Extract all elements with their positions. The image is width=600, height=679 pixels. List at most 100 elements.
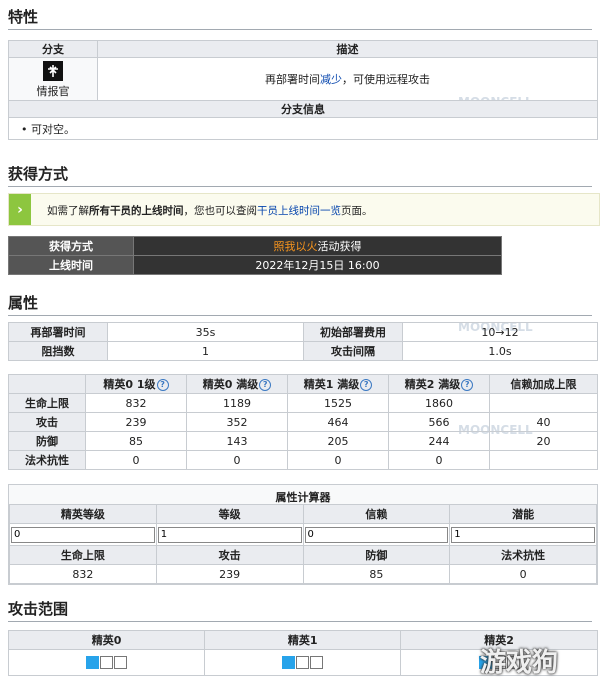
trust-cell: 40 bbox=[489, 412, 598, 432]
section-heading-range: 攻击范围 bbox=[8, 600, 69, 618]
section-rule bbox=[8, 186, 592, 187]
range-tile bbox=[114, 656, 128, 670]
potential-label: 潜能 bbox=[449, 504, 597, 524]
acquire-table: 获得方式 照我以火活动获得 上线时间 2022年12月15日 16:00 bbox=[8, 236, 502, 275]
online-label: 上线时间 bbox=[8, 255, 134, 275]
interval-label: 攻击间隔 bbox=[303, 341, 403, 361]
attrs-table: 再部署时间 35s 初始部署费用 10→12 阻挡数 1 攻击间隔 1.0s bbox=[8, 322, 598, 361]
help-icon[interactable]: ? bbox=[156, 379, 169, 391]
def-label: 防御 bbox=[302, 545, 451, 565]
stats-header-e0-1: 精英0 1级? bbox=[85, 374, 187, 394]
trust-label: 信赖 bbox=[302, 504, 451, 524]
section-heading-attrs: 属性 bbox=[8, 294, 39, 312]
section-rule bbox=[8, 29, 592, 30]
stat-cell: 464 bbox=[287, 412, 389, 432]
calculator-table: 精英等级 等级 信赖 潜能 生命上限 攻击 防御 法术抗性 832 239 85… bbox=[9, 504, 597, 584]
traits-table: 分支 描述 情报官 再部署时间减少，可使用远程攻击 分支信息 • 可对空。 bbox=[8, 40, 598, 140]
help-icon[interactable]: ? bbox=[360, 379, 373, 391]
stats-header-e0-max: 精英0 满级? bbox=[186, 374, 288, 394]
res-label: 法术抗性 bbox=[449, 545, 597, 565]
traits-col-desc: 描述 bbox=[97, 40, 598, 58]
branch-name: 情报官 bbox=[36, 85, 70, 98]
stats-header-e1-max: 精英1 满级? bbox=[287, 374, 389, 394]
atk-label: 攻击 bbox=[155, 545, 304, 565]
trust-input[interactable] bbox=[304, 526, 449, 543]
elite-level-label: 精英等级 bbox=[9, 504, 157, 524]
stat-cell: 566 bbox=[388, 412, 490, 432]
reduce-link[interactable]: 减少 bbox=[320, 73, 342, 86]
trust-cell: 20 bbox=[489, 431, 598, 451]
range-tile-self bbox=[282, 656, 296, 670]
level-label: 等级 bbox=[155, 504, 304, 524]
stat-cell: 0 bbox=[85, 450, 187, 470]
def-value: 85 bbox=[302, 564, 451, 584]
row-label: 法术抗性 bbox=[8, 450, 86, 470]
help-icon[interactable]: ? bbox=[259, 379, 272, 391]
branch-info-item: 可对空。 bbox=[31, 122, 75, 136]
redeploy-value: 35s bbox=[107, 322, 304, 342]
stat-cell: 205 bbox=[287, 431, 389, 451]
level-input[interactable] bbox=[157, 526, 302, 543]
stat-cell: 239 bbox=[85, 412, 187, 432]
stat-cell: 1525 bbox=[287, 393, 389, 413]
range-grid-e0 bbox=[7, 649, 206, 676]
section-heading-acquire: 获得方式 bbox=[8, 165, 69, 183]
range-tile bbox=[100, 656, 114, 670]
stats-corner bbox=[8, 374, 86, 394]
stat-cell: 0 bbox=[287, 450, 389, 470]
table-row: 法术抗性 0 0 0 0 bbox=[8, 450, 598, 470]
notice-box: › 如需了解所有干员的上线时间，您也可以查阅干员上线时间一览页面。 bbox=[8, 193, 600, 226]
attribute-calculator: 属性计算器 精英等级 等级 信赖 潜能 生命上限 攻击 防御 法术抗性 832 … bbox=[8, 484, 598, 585]
res-value: 0 bbox=[449, 564, 597, 584]
trait-description: 再部署时间减少，可使用远程攻击 bbox=[97, 57, 598, 101]
bullet-icon: • bbox=[21, 122, 31, 136]
stat-cell: 832 bbox=[85, 393, 187, 413]
redeploy-label: 再部署时间 bbox=[8, 322, 108, 342]
stat-cell: 244 bbox=[388, 431, 490, 451]
branch-cell: 情报官 bbox=[8, 57, 98, 101]
cost-label: 初始部署费用 bbox=[303, 322, 403, 342]
section-rule bbox=[8, 315, 592, 316]
stats-header-e2-max: 精英2 满级? bbox=[388, 374, 490, 394]
trust-cell bbox=[489, 450, 598, 470]
row-label: 生命上限 bbox=[8, 393, 86, 413]
hp-value: 832 bbox=[9, 564, 157, 584]
online-time-list-link[interactable]: 干员上线时间一览 bbox=[257, 205, 341, 217]
stats-table: 精英0 1级? 精英0 满级? 精英1 满级? 精英2 满级? 信赖加成上限 生… bbox=[8, 374, 598, 470]
range-grid-e1 bbox=[204, 649, 402, 676]
site-watermark: 游戏狗 bbox=[480, 648, 559, 678]
stat-cell: 1189 bbox=[186, 393, 288, 413]
hp-label: 生命上限 bbox=[9, 545, 157, 565]
method-label: 获得方式 bbox=[8, 236, 134, 256]
block-value: 1 bbox=[107, 341, 304, 361]
range-col-e0: 精英0 bbox=[7, 630, 206, 650]
calculator-title: 属性计算器 bbox=[275, 491, 331, 504]
section-rule bbox=[8, 621, 592, 622]
online-value: 2022年12月15日 16:00 bbox=[133, 255, 502, 275]
block-label: 阻挡数 bbox=[8, 341, 108, 361]
potential-input[interactable] bbox=[451, 526, 595, 543]
cost-value: 10→12 bbox=[402, 322, 598, 342]
traits-col-branch: 分支 bbox=[8, 40, 98, 58]
chevron-right-icon: › bbox=[17, 201, 23, 218]
notice-text: 如需了解所有干员的上线时间，您也可以查阅干员上线时间一览页面。 bbox=[47, 205, 373, 217]
stats-header-trust: 信赖加成上限 bbox=[489, 374, 598, 394]
interval-value: 1.0s bbox=[402, 341, 598, 361]
table-row: 生命上限 832 1189 1525 1860 bbox=[8, 393, 598, 413]
atk-value: 239 bbox=[155, 564, 304, 584]
range-tile bbox=[296, 656, 310, 670]
stat-cell: 85 bbox=[85, 431, 187, 451]
branch-info-cell: • 可对空。 bbox=[8, 117, 598, 140]
row-label: 防御 bbox=[8, 431, 86, 451]
help-icon[interactable]: ? bbox=[461, 379, 474, 391]
branch-info-header: 分支信息 bbox=[8, 100, 598, 118]
range-tile bbox=[310, 656, 324, 670]
range-col-e1: 精英1 bbox=[204, 630, 402, 650]
stat-cell: 0 bbox=[186, 450, 288, 470]
stat-cell: 143 bbox=[186, 431, 288, 451]
stat-cell: 1860 bbox=[388, 393, 490, 413]
trust-cell bbox=[489, 393, 598, 413]
event-link[interactable]: 照我以火 bbox=[274, 240, 318, 253]
elite-level-input[interactable] bbox=[11, 526, 155, 543]
stat-cell: 0 bbox=[388, 450, 490, 470]
